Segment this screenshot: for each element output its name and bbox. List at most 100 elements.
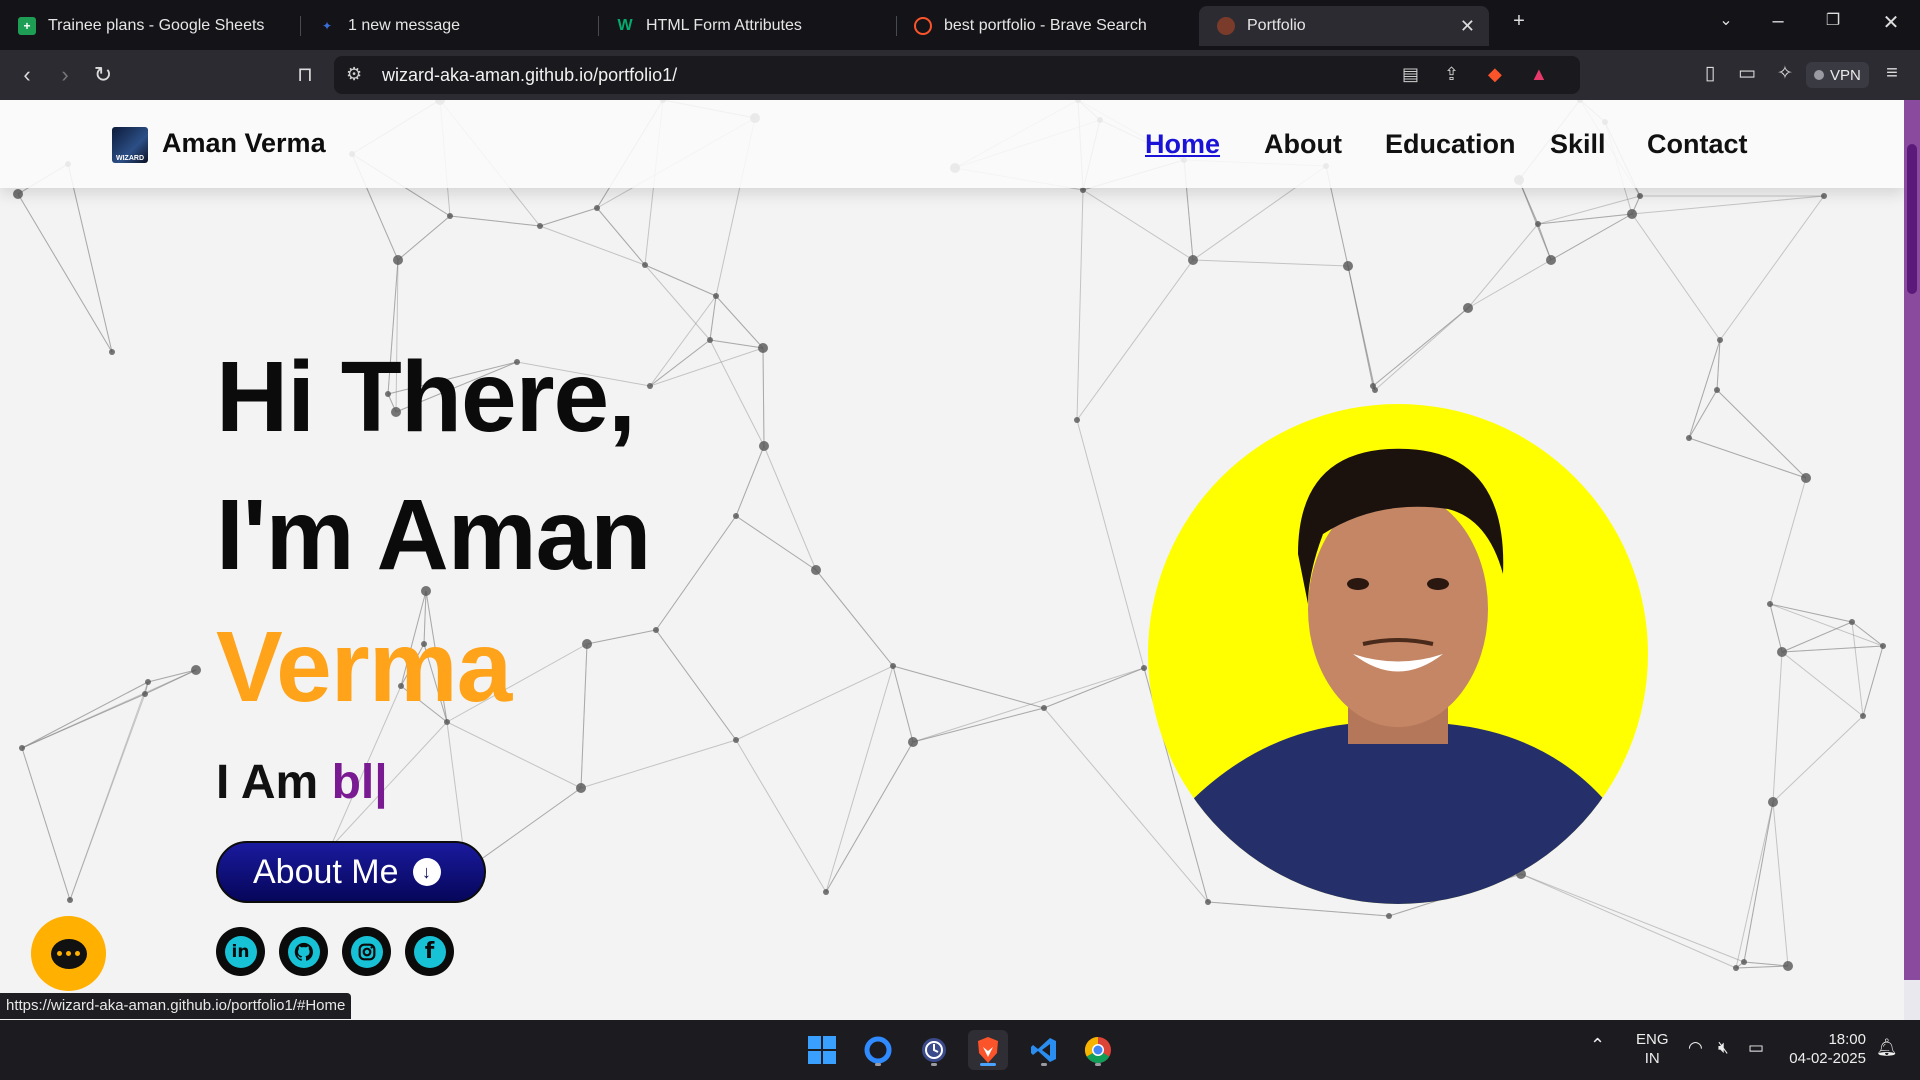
share-icon[interactable]: ⇪ xyxy=(1444,64,1459,85)
url-text[interactable]: wizard-aka-aman.github.io/portfolio1/ xyxy=(382,65,677,86)
tab-portfolio[interactable]: Portfolio ✕ xyxy=(1199,6,1489,46)
link-status-bar: https://wizard-aka-aman.github.io/portfo… xyxy=(0,993,352,1019)
tab-brave-search[interactable]: best portfolio - Brave Search xyxy=(896,6,1196,46)
vpn-button[interactable]: VPN xyxy=(1806,62,1869,88)
tab-title: 1 new message xyxy=(348,17,461,34)
network-line xyxy=(1735,801,1774,969)
clock[interactable]: 18:00 04-02-2025 xyxy=(1786,1030,1866,1068)
sidebar-toggle-icon[interactable]: ▯ xyxy=(1695,62,1725,85)
chat-bubble-icon xyxy=(50,938,87,969)
menu-icon[interactable]: ≡ xyxy=(1877,62,1907,85)
nav-contact[interactable]: Contact xyxy=(1647,129,1748,160)
network-line xyxy=(446,721,582,789)
network-line xyxy=(1207,901,1390,917)
network-line xyxy=(1769,477,1807,605)
network-node xyxy=(1637,193,1643,199)
new-tab-button[interactable]: + xyxy=(1503,10,1535,33)
typing-prefix: I Am xyxy=(216,756,332,809)
network-node xyxy=(1463,303,1473,313)
instagram-button[interactable] xyxy=(342,927,391,976)
site-settings-icon[interactable]: ⚙ xyxy=(346,64,362,85)
page-scrollbar[interactable] xyxy=(1904,100,1920,1020)
nav-education[interactable]: Education xyxy=(1385,129,1516,160)
forward-icon[interactable]: › xyxy=(50,62,80,88)
windows-start-icon xyxy=(808,1036,836,1064)
reader-mode-icon[interactable]: ▤ xyxy=(1402,64,1419,85)
network-line xyxy=(147,669,197,683)
leo-ai-icon[interactable]: ✧ xyxy=(1770,62,1800,85)
message-icon: ✦ xyxy=(321,19,333,33)
nav-skill[interactable]: Skill xyxy=(1550,129,1606,160)
network-line xyxy=(912,707,1045,743)
close-window-button[interactable]: ✕ xyxy=(1875,10,1907,35)
network-node xyxy=(1733,965,1739,971)
network-node xyxy=(537,223,543,229)
network-node xyxy=(1686,435,1692,441)
tab-title: HTML Form Attributes xyxy=(646,17,802,34)
network-line xyxy=(1631,213,1721,341)
battery-icon[interactable]: ▭ xyxy=(1748,1038,1764,1057)
network-node xyxy=(582,639,592,649)
nav-home[interactable]: Home xyxy=(1145,129,1220,160)
address-bar[interactable]: ⚙ wizard-aka-aman.github.io/portfolio1/ … xyxy=(334,56,1580,94)
network-line xyxy=(1631,195,1825,215)
network-line xyxy=(1862,645,1884,717)
restore-button[interactable]: ❐ xyxy=(1817,10,1849,30)
close-tab-icon[interactable]: ✕ xyxy=(1460,16,1475,37)
reload-icon[interactable]: ↻ xyxy=(88,62,118,88)
network-line xyxy=(1781,651,1864,717)
show-hidden-icons[interactable]: ⌃ xyxy=(1590,1036,1605,1055)
profile-photo xyxy=(1148,404,1648,904)
brave-shields-icon[interactable]: ◆ xyxy=(1488,64,1502,85)
facebook-button[interactable]: f xyxy=(405,927,454,976)
tab-w3schools[interactable]: W HTML Form Attributes xyxy=(598,6,896,46)
wallet-icon[interactable]: ▭ xyxy=(1732,62,1762,85)
network-line xyxy=(1467,259,1552,309)
network-line xyxy=(1518,179,1552,261)
chat-button[interactable] xyxy=(31,916,106,991)
running-indicator xyxy=(1041,1063,1047,1066)
tab-google-sheets[interactable]: + Trainee plans - Google Sheets xyxy=(0,6,300,46)
back-icon[interactable]: ‹ xyxy=(12,62,42,88)
brand-name[interactable]: Aman Verma xyxy=(162,128,326,159)
nav-about[interactable]: About xyxy=(1264,129,1342,160)
scrollbar-thumb[interactable] xyxy=(1907,144,1917,294)
network-line xyxy=(735,739,827,893)
github-button[interactable] xyxy=(279,927,328,976)
tab-messages[interactable]: ✦ 1 new message xyxy=(300,6,598,46)
network-line xyxy=(1743,961,1789,967)
copilot-app[interactable] xyxy=(858,1030,898,1070)
network-node xyxy=(647,383,653,389)
network-node xyxy=(1880,643,1886,649)
volume-muted-icon[interactable]: 🔇︎ xyxy=(1718,1038,1729,1057)
network-line xyxy=(1851,621,1884,647)
vscode-app[interactable] xyxy=(1024,1030,1064,1070)
network-node xyxy=(1372,387,1378,393)
network-line xyxy=(1781,621,1853,653)
network-line xyxy=(580,643,588,789)
running-indicator xyxy=(875,1063,881,1066)
network-node xyxy=(594,205,600,211)
network-line xyxy=(1043,667,1145,709)
network-node xyxy=(1188,255,1198,265)
notifications-icon[interactable]: 🔔︎ xyxy=(1876,1038,1898,1057)
network-line xyxy=(144,669,197,695)
wifi-icon[interactable]: ◠ xyxy=(1688,1038,1703,1057)
logo-image[interactable]: WIZARD xyxy=(112,127,148,163)
clock-app[interactable] xyxy=(914,1030,954,1070)
minimize-button[interactable]: – xyxy=(1762,10,1794,33)
linkedin-button[interactable]: in xyxy=(216,927,265,976)
brave-rewards-icon[interactable]: ▲ xyxy=(1530,64,1548,85)
facebook-icon: f xyxy=(413,935,446,968)
tab-title: best portfolio - Brave Search xyxy=(944,17,1147,34)
bookmark-icon[interactable]: ⊓ xyxy=(290,62,320,87)
network-node xyxy=(1041,705,1047,711)
language-indicator[interactable]: ENG IN xyxy=(1636,1030,1669,1068)
chrome-app[interactable] xyxy=(1078,1030,1118,1070)
brave-browser-app[interactable] xyxy=(968,1030,1008,1070)
about-me-button[interactable]: About Me ↓ xyxy=(216,841,486,903)
windows-start-button[interactable] xyxy=(802,1030,842,1070)
network-line xyxy=(709,339,764,349)
network-line xyxy=(649,347,764,387)
tab-search-chevron-icon[interactable]: ⌄ xyxy=(1710,10,1742,30)
